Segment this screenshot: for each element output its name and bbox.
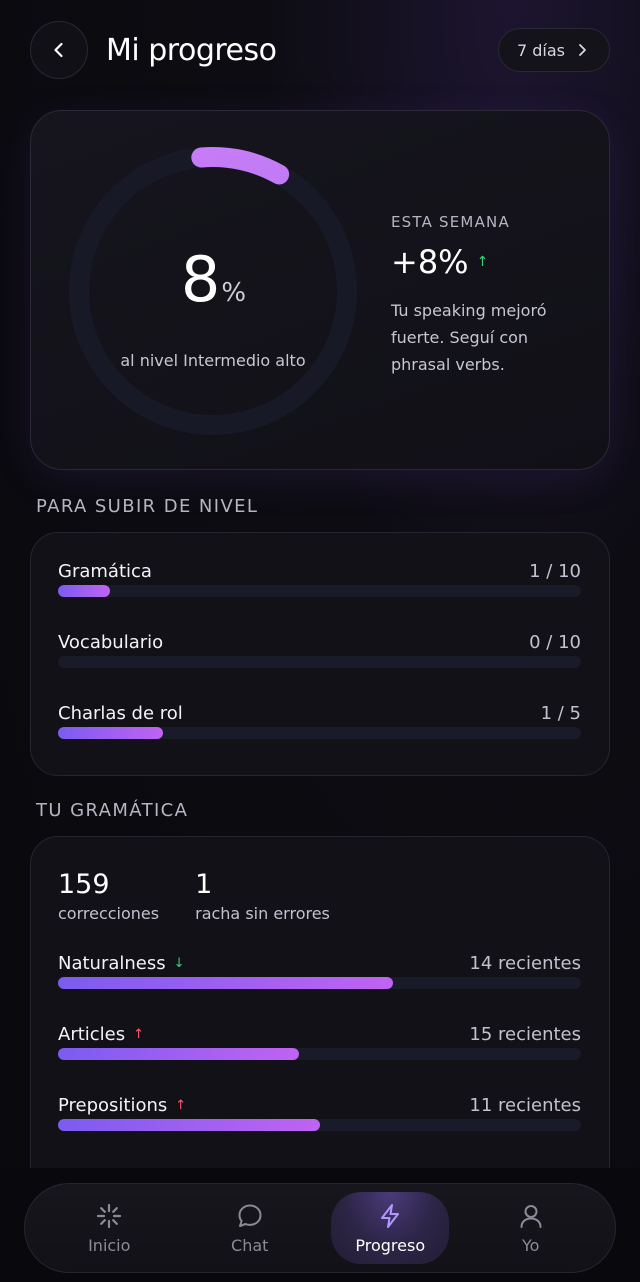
progress-fill [58, 1048, 299, 1060]
chat-bubble-icon [238, 1204, 262, 1227]
nav-item-inicio[interactable]: Inicio [50, 1192, 168, 1264]
progress-track [58, 977, 581, 989]
progress-caption: al nivel Intermedio alto [120, 351, 306, 370]
progress-ring-center: 8% al nivel Intermedio alto [65, 143, 361, 439]
progress-fill [58, 727, 163, 739]
category-label: Articles ↑ [58, 1024, 145, 1045]
progress-fill [58, 1119, 320, 1131]
progress-track [58, 1119, 581, 1131]
user-icon [520, 1204, 542, 1228]
progress-track [58, 656, 581, 668]
progress-unit: % [221, 278, 246, 308]
progress-fill [58, 977, 393, 989]
weekly-summary: ESTA SEMANA +8% ↑ Tu speaking mejoró fue… [391, 213, 591, 378]
level-up-card: Gramática 1 / 10 Vocabulario 0 / 10 Char… [30, 532, 610, 776]
level-requirement-row[interactable]: Vocabulario 0 / 10 [58, 632, 581, 682]
arrow-down-icon: ↓ [173, 956, 185, 971]
stat-label: racha sin errores [195, 904, 330, 923]
requirement-value: 0 / 10 [529, 632, 581, 653]
arrow-up-icon: ↑ [175, 1098, 187, 1113]
stat-value: 159 [58, 869, 110, 900]
chevron-right-icon [579, 44, 586, 56]
level-requirement-row[interactable]: Gramática 1 / 10 [58, 561, 581, 611]
nav-label: Progreso [355, 1235, 426, 1255]
category-label: Naturalness ↓ [58, 953, 185, 974]
progress-value: 8% [180, 243, 246, 316]
stat-value: 1 [195, 869, 213, 900]
nav-item-yo[interactable]: Yo [472, 1192, 590, 1264]
header: Mi progreso 7 días [30, 20, 610, 80]
nav-label: Inicio [88, 1235, 131, 1255]
date-range-label: 7 días [516, 40, 565, 60]
category-label: Prepositions ↑ [58, 1095, 187, 1116]
grammar-category-row[interactable]: Articles ↑ 15 recientes [58, 1024, 581, 1074]
week-message: Tu speaking mejoró fuerte. Seguí con phr… [391, 301, 547, 374]
category-count: 11 recientes [469, 1095, 581, 1116]
page-title: Mi progreso [106, 32, 277, 68]
category-count: 15 recientes [469, 1024, 581, 1045]
back-button[interactable] [30, 21, 88, 79]
arrow-up-icon: ↑ [476, 254, 489, 270]
requirement-label: Charlas de rol [58, 703, 183, 724]
progress-track [58, 1048, 581, 1060]
progress-hero-card: 8% al nivel Intermedio alto ESTA SEMANA … [30, 110, 610, 470]
sparkle-icon [97, 1203, 122, 1228]
category-count: 14 recientes [469, 953, 581, 974]
requirement-value: 1 / 5 [540, 703, 581, 724]
nav-item-progreso[interactable]: Progreso [331, 1192, 450, 1264]
lightning-icon [381, 1203, 400, 1228]
nav-item-chat[interactable]: Chat [191, 1192, 309, 1264]
week-value: +8% ↑ [391, 243, 489, 281]
grammar-section-title: TU GRAMÁTICA [36, 800, 189, 821]
requirement-value: 1 / 10 [529, 561, 581, 582]
arrow-up-icon: ↑ [133, 1027, 145, 1042]
stat-corrections: 159 correcciones [58, 869, 159, 923]
requirement-label: Gramática [58, 561, 152, 582]
date-range-button[interactable]: 7 días [497, 28, 610, 72]
chevron-left-icon [54, 42, 63, 58]
grammar-category-row[interactable]: Prepositions ↑ 11 recientes [58, 1095, 581, 1145]
grammar-stats: 159 correcciones 1 racha sin errores [58, 869, 330, 923]
progress-track [58, 585, 581, 597]
nav-label: Chat [231, 1235, 269, 1255]
bottom-nav: Inicio Chat Progreso Yo [24, 1183, 616, 1273]
requirement-label: Vocabulario [58, 632, 164, 653]
stat-streak: 1 racha sin errores [195, 869, 330, 923]
progress-fill [58, 585, 111, 597]
progress-track [58, 727, 581, 739]
grammar-category-row[interactable]: Naturalness ↓ 14 recientes [58, 953, 581, 1003]
stat-label: correcciones [58, 904, 160, 923]
week-label: ESTA SEMANA [391, 213, 510, 231]
nav-label: Yo [522, 1235, 540, 1255]
level-up-section-title: PARA SUBIR DE NIVEL [36, 496, 259, 517]
level-requirement-row[interactable]: Charlas de rol 1 / 5 [58, 703, 581, 753]
